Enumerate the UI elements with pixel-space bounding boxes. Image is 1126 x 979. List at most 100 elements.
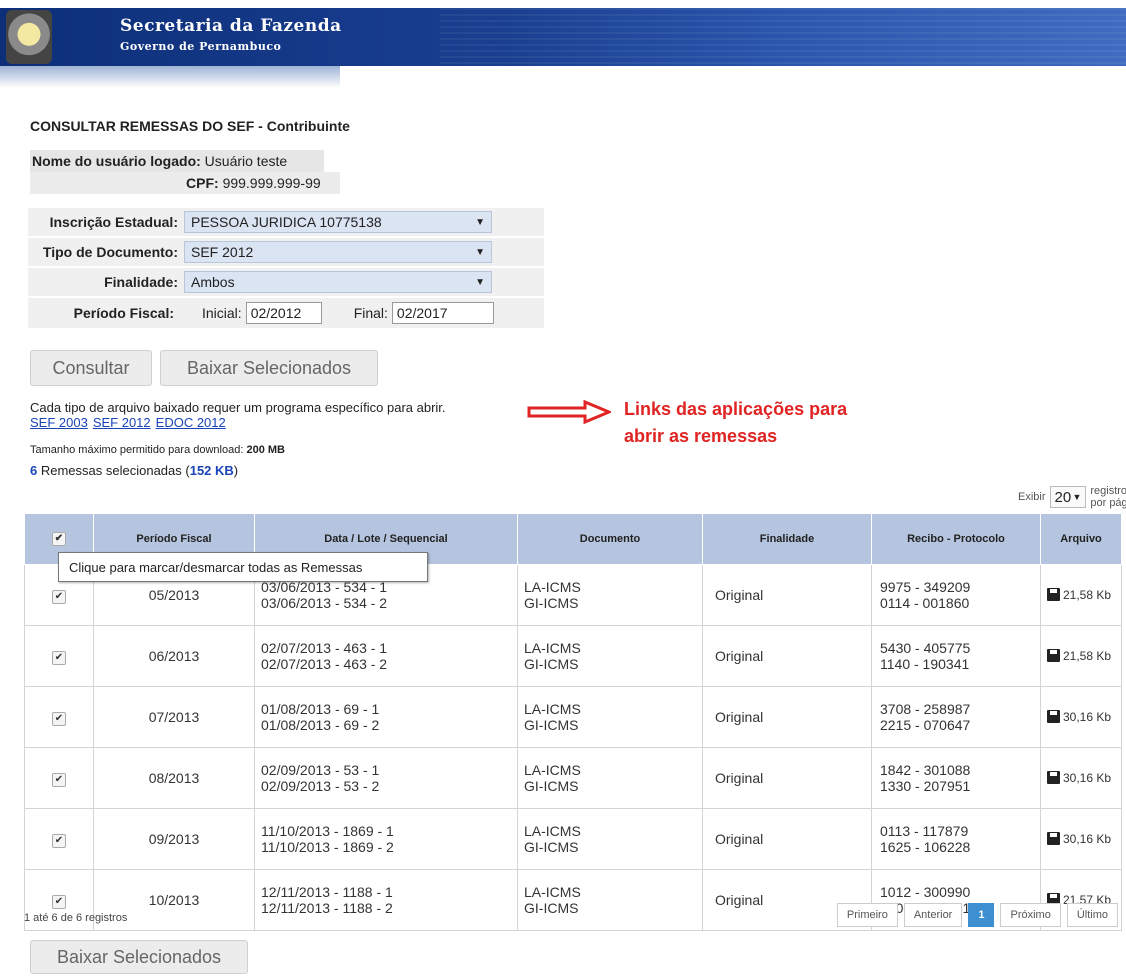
cell-arquivo[interactable]: 30,16 Kb — [1040, 808, 1122, 870]
doc-line-1: LA-ICMS — [524, 823, 581, 839]
finalidade-cell: Ambos ▼ — [184, 268, 544, 296]
final-label: Final: — [353, 305, 388, 321]
floppy-disk-icon[interactable] — [1047, 588, 1060, 601]
records-info: 1 até 6 de 6 registros — [24, 912, 128, 924]
cell-recibo: 9975 - 349209 0114 - 001860 — [871, 564, 1041, 626]
row-checkbox[interactable]: ✔ — [52, 590, 66, 604]
page-size-prefix: Exibir — [1018, 491, 1046, 503]
inscricao-cell: PESSOA JURIDICA 10775138 ▼ — [184, 208, 544, 236]
cell-data: 01/08/2013 - 69 - 1 01/08/2013 - 69 - 2 — [254, 686, 518, 748]
pager-current[interactable]: 1 — [968, 903, 995, 927]
selected-count: 6 — [30, 463, 38, 478]
inscricao-label: Inscrição Estadual: — [28, 208, 184, 236]
consultar-button[interactable]: Consultar — [30, 350, 152, 386]
arquivo-size: 30,16 Kb — [1063, 710, 1112, 724]
row-checkbox-cell[interactable]: ✔ — [24, 808, 94, 870]
user-name-value: Usuário teste — [204, 153, 288, 169]
pager-first[interactable]: Primeiro — [836, 903, 898, 927]
baixar-selecionados-button-bottom[interactable]: Baixar Selecionados — [30, 940, 248, 974]
final-input[interactable]: 02/2017 — [391, 302, 494, 324]
row-checkbox[interactable]: ✔ — [52, 773, 66, 787]
cell-recibo: 0113 - 117879 1625 - 106228 — [871, 808, 1041, 870]
recibo-line-2: 1330 - 207951 — [880, 778, 971, 794]
annotation-text: Links das aplicações para abrir as remes… — [624, 396, 847, 450]
row-checkbox[interactable]: ✔ — [52, 834, 66, 848]
cell-arquivo[interactable]: 21,58 Kb — [1040, 625, 1122, 687]
selected-summary: 6 Remessas selecionadas (152 KB) — [30, 463, 238, 478]
user-name-row: Nome do usuário logado: Usuário teste — [30, 150, 324, 172]
table-row: ✔ 09/2013 11/10/2013 - 1869 - 1 11/10/2013 … — [24, 808, 1122, 870]
row-checkbox[interactable]: ✔ — [52, 712, 66, 726]
tipo-documento-select[interactable]: SEF 2012 ▼ — [184, 241, 492, 263]
row-checkbox-cell[interactable]: ✔ — [24, 686, 94, 748]
arquivo-size: 21,58 Kb — [1063, 649, 1112, 663]
finalidade-select[interactable]: Ambos ▼ — [184, 271, 492, 293]
recibo-line-1: 0113 - 117879 — [880, 823, 969, 839]
cell-data: 12/11/2013 - 1188 - 1 12/11/2013 - 1188 -… — [254, 869, 518, 931]
table-row: ✔ 06/2013 02/07/2013 - 463 - 1 02/07/2013 -… — [24, 625, 1122, 687]
tipo-cell: SEF 2012 ▼ — [184, 238, 544, 266]
baixar-selecionados-button-top[interactable]: Baixar Selecionados — [160, 350, 378, 386]
user-cpf-row: CPF: 999.999.999-99 — [30, 172, 340, 194]
doc-line-1: LA-ICMS — [524, 884, 581, 900]
chevron-down-icon: ▼ — [475, 216, 485, 228]
row-checkbox-cell[interactable]: ✔ — [24, 625, 94, 687]
cell-periodo: 09/2013 — [93, 808, 255, 870]
user-info: Nome do usuário logado: Usuário teste CP… — [30, 150, 340, 194]
selected-text: Remessas selecionadas ( — [40, 463, 190, 478]
cell-finalidade: Original — [702, 625, 872, 687]
finalidade-label: Finalidade: — [28, 268, 184, 296]
header-banner: Secretaria da Fazenda Governo de Pernamb… — [0, 0, 1126, 88]
link-sef-2012[interactable]: SEF 2012 — [93, 415, 151, 430]
page-size-select[interactable]: 20 ▼ — [1049, 486, 1087, 508]
floppy-disk-icon[interactable] — [1047, 710, 1060, 723]
inicial-label: Inicial: — [202, 305, 242, 321]
banner-decoration — [440, 8, 1126, 66]
brand-subtitle: Governo de Pernambuco — [120, 40, 282, 53]
cell-documento: LA-ICMS GI-ICMS — [517, 808, 703, 870]
floppy-disk-icon[interactable] — [1047, 771, 1060, 784]
user-cpf-label: CPF: — [186, 175, 219, 191]
header-documento[interactable]: Documento — [517, 513, 703, 565]
tipo-value: SEF 2012 — [191, 244, 254, 260]
filter-row-periodo: Período Fiscal: Inicial: 02/2012 Final: … — [28, 298, 544, 328]
application-links: SEF 2003 SEF 2012 EDOC 2012 — [30, 415, 231, 430]
header-recibo[interactable]: Recibo - Protocolo — [871, 513, 1041, 565]
annotation-arrow-icon — [527, 400, 611, 424]
chevron-down-icon: ▼ — [475, 276, 485, 288]
selected-size: 152 KB — [189, 463, 234, 478]
recibo-line-1: 3708 - 258987 — [880, 701, 971, 717]
pager-last[interactable]: Último — [1066, 903, 1118, 927]
cell-documento: LA-ICMS GI-ICMS — [517, 686, 703, 748]
row-checkbox[interactable]: ✔ — [52, 651, 66, 665]
row-checkbox-cell[interactable]: ✔ — [24, 747, 94, 809]
inicial-input[interactable]: 02/2012 — [245, 302, 322, 324]
header-arquivo[interactable]: Arquivo — [1040, 513, 1122, 565]
row-checkbox[interactable]: ✔ — [52, 895, 66, 909]
link-sef-2003[interactable]: SEF 2003 — [30, 415, 88, 430]
cell-data: 02/07/2013 - 463 - 1 02/07/2013 - 463 - 2 — [254, 625, 518, 687]
floppy-disk-icon[interactable] — [1047, 832, 1060, 845]
data-line-2: 03/06/2013 - 534 - 2 — [261, 595, 388, 611]
cell-arquivo[interactable]: 30,16 Kb — [1040, 747, 1122, 809]
select-all-checkbox[interactable]: ✔ — [52, 532, 66, 546]
floppy-disk-icon[interactable] — [1047, 649, 1060, 662]
cell-documento: LA-ICMS GI-ICMS — [517, 625, 703, 687]
doc-line-2: GI-ICMS — [524, 595, 579, 611]
cell-finalidade: Original — [702, 808, 872, 870]
inscricao-value: PESSOA JURIDICA 10775138 — [191, 214, 382, 230]
cell-arquivo[interactable]: 21,58 Kb — [1040, 564, 1122, 626]
pager-prev[interactable]: Anterior — [903, 903, 963, 927]
recibo-line-2: 1625 - 106228 — [880, 839, 971, 855]
cell-documento: LA-ICMS GI-ICMS — [517, 869, 703, 931]
inscricao-select[interactable]: PESSOA JURIDICA 10775138 ▼ — [184, 211, 492, 233]
chevron-down-icon: ▼ — [475, 246, 485, 258]
data-line-1: 12/11/2013 - 1188 - 1 — [261, 884, 393, 900]
table-row: ✔ 08/2013 02/09/2013 - 53 - 1 02/09/2013 - … — [24, 747, 1122, 809]
cell-recibo: 3708 - 258987 2215 - 070647 — [871, 686, 1041, 748]
cell-arquivo[interactable]: 30,16 Kb — [1040, 686, 1122, 748]
header-finalidade[interactable]: Finalidade — [702, 513, 872, 565]
link-edoc-2012[interactable]: EDOC 2012 — [156, 415, 226, 430]
tipo-label: Tipo de Documento: — [28, 238, 184, 266]
pager-next[interactable]: Próximo — [1000, 903, 1061, 927]
